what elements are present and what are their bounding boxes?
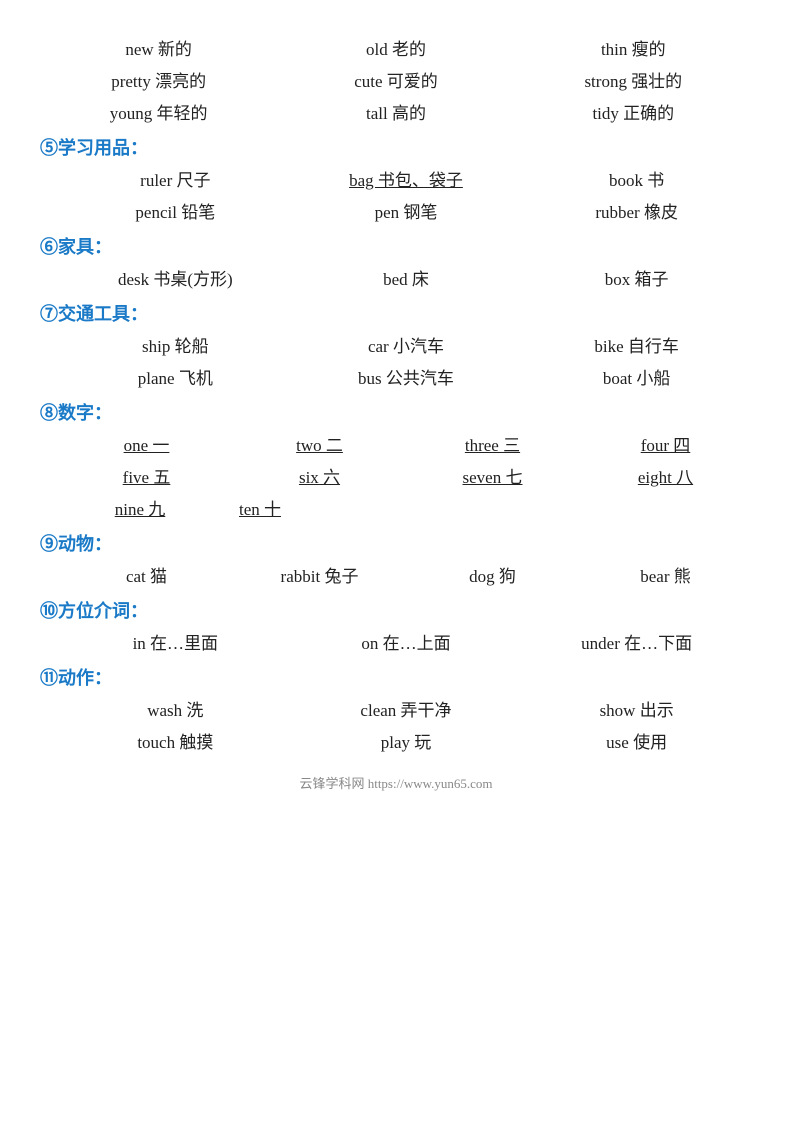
s8-ten: ten 十 [200,493,320,522]
s11-show: show 出示 [562,694,712,723]
s7-row-1: ship 轮船 car 小汽车 bike 自行车 [40,330,752,359]
section-10-header: ⑩方位介词： [40,597,752,623]
s5-ruler: ruler 尺子 [100,164,250,193]
s8-eight: eight 八 [606,461,726,490]
s5-pencil: pencil 铅笔 [100,196,250,225]
s8-two: two 二 [260,429,380,458]
s11-clean: clean 弄干净 [331,694,481,723]
s11-row-2: touch 触摸 play 玩 use 使用 [40,726,752,755]
s6-desk: desk 书桌(方形) [100,263,250,292]
adj-young: young 年轻的 [84,97,234,126]
s11-touch: touch 触摸 [100,726,250,755]
s8-seven: seven 七 [433,461,553,490]
s7-plane: plane 飞机 [100,362,250,391]
section-10: ⑩方位介词： in 在…里面 on 在…上面 under 在…下面 [40,597,752,656]
s9-rabbit: rabbit 兔子 [260,560,380,589]
adj-pretty: pretty 漂亮的 [84,65,234,94]
s9-row-1: cat 猫 rabbit 兔子 dog 狗 bear 熊 [40,560,752,589]
section-8-header: ⑧数字： [40,399,752,425]
adj-strong: strong 强壮的 [558,65,708,94]
s8-row-2: five 五 six 六 seven 七 eight 八 [40,461,752,490]
s7-bus: bus 公共汽车 [331,362,481,391]
s8-three: three 三 [433,429,553,458]
s5-bag: bag 书包、袋子 [331,164,481,193]
s9-bear: bear 熊 [606,560,726,589]
adj-cute: cute 可爱的 [321,65,471,94]
s8-one: one 一 [87,429,207,458]
s7-boat: boat 小船 [562,362,712,391]
s11-play: play 玩 [331,726,481,755]
section-6-header: ⑥家具： [40,233,752,259]
s7-row-2: plane 飞机 bus 公共汽车 boat 小船 [40,362,752,391]
s5-book: book 书 [562,164,712,193]
s5-rubber: rubber 橡皮 [562,196,712,225]
adj-new: new 新的 [84,33,234,62]
section-9-header: ⑨动物： [40,530,752,556]
section-5: ⑤学习用品： ruler 尺子 bag 书包、袋子 book 书 pencil … [40,134,752,225]
s8-four: four 四 [606,429,726,458]
s10-row-1: in 在…里面 on 在…上面 under 在…下面 [40,627,752,656]
s8-nine: nine 九 [80,493,200,522]
section-11-header: ⑪动作： [40,664,752,690]
s6-box: box 箱子 [562,263,712,292]
adj-tidy: tidy 正确的 [558,97,708,126]
s8-row-1: one 一 two 二 three 三 four 四 [40,429,752,458]
s10-in: in 在…里面 [100,627,250,656]
s7-ship: ship 轮船 [100,330,250,359]
adj-row-3: young 年轻的 tall 高的 tidy 正确的 [40,97,752,126]
s8-six: six 六 [260,461,380,490]
s11-wash: wash 洗 [100,694,250,723]
section-5-header: ⑤学习用品： [40,134,752,160]
s7-car: car 小汽车 [331,330,481,359]
s8-five: five 五 [87,461,207,490]
s5-pen: pen 钢笔 [331,196,481,225]
s6-bed: bed 床 [331,263,481,292]
s10-under: under 在…下面 [562,627,712,656]
section-8: ⑧数字： one 一 two 二 three 三 four 四 five 五 s… [40,399,752,522]
section-7-header: ⑦交通工具： [40,300,752,326]
s11-row-1: wash 洗 clean 弄干净 show 出示 [40,694,752,723]
s11-use: use 使用 [562,726,712,755]
adj-row-1: new 新的 old 老的 thin 瘦的 [40,33,752,62]
s9-cat: cat 猫 [87,560,207,589]
adj-row-2: pretty 漂亮的 cute 可爱的 strong 强壮的 [40,65,752,94]
section-11: ⑪动作： wash 洗 clean 弄干净 show 出示 touch 触摸 p… [40,664,752,755]
section-7: ⑦交通工具： ship 轮船 car 小汽车 bike 自行车 plane 飞机… [40,300,752,391]
s5-row-1: ruler 尺子 bag 书包、袋子 book 书 [40,164,752,193]
footer: 云锋学科网 https://www.yun65.com [40,773,752,792]
s8-row-3: nine 九 ten 十 [40,493,752,522]
s10-on: on 在…上面 [331,627,481,656]
adj-tall: tall 高的 [321,97,471,126]
s9-dog: dog 狗 [433,560,553,589]
s6-row-1: desk 书桌(方形) bed 床 box 箱子 [40,263,752,292]
section-6: ⑥家具： desk 书桌(方形) bed 床 box 箱子 [40,233,752,292]
s5-row-2: pencil 铅笔 pen 钢笔 rubber 橡皮 [40,196,752,225]
adj-thin: thin 瘦的 [558,33,708,62]
section-9: ⑨动物： cat 猫 rabbit 兔子 dog 狗 bear 熊 [40,530,752,589]
adj-old: old 老的 [321,33,471,62]
adjectives-section: new 新的 old 老的 thin 瘦的 pretty 漂亮的 cute 可爱… [40,33,752,126]
s7-bike: bike 自行车 [562,330,712,359]
